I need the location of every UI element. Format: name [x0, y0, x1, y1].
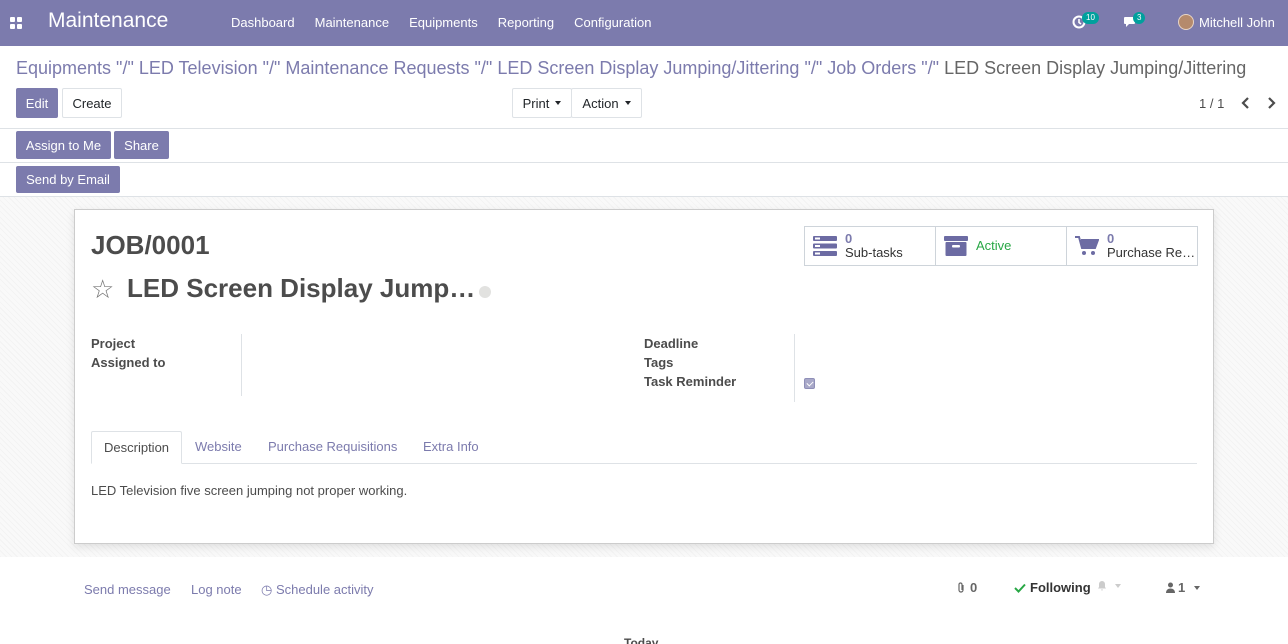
action-dropdown[interactable]: Action	[571, 88, 642, 118]
job-number: JOB/0001	[91, 230, 210, 260]
archive-icon	[944, 236, 968, 256]
schedule-activity-label: Schedule activity	[275, 582, 374, 597]
subtasks-count: 0	[845, 232, 853, 246]
tab-description[interactable]: Description	[91, 431, 183, 464]
breadcrumb-item[interactable]: Equipments "/"	[16, 58, 134, 78]
purchase-count: 0	[1107, 232, 1115, 246]
schedule-activity-button[interactable]: ◷ Schedule activity	[261, 582, 374, 598]
tags-label: Tags	[644, 355, 674, 370]
deadline-label: Deadline	[644, 336, 699, 351]
top-navbar: Maintenance Dashboard Maintenance Equipm…	[0, 0, 1288, 46]
activity-menu[interactable]: 10	[1072, 12, 1099, 32]
clock-icon: ◷	[261, 582, 273, 597]
smart-buttons: 0 Sub-tasks Active 0 Purchase Re…	[804, 226, 1198, 266]
breadcrumb: Equipments "/" LED Television "/" Mainte…	[16, 58, 1246, 79]
purchase-label: Purchase Re…	[1107, 245, 1196, 260]
main-menu: Dashboard Maintenance Equipments Reporti…	[221, 0, 661, 46]
menu-item-dashboard[interactable]: Dashboard	[221, 0, 305, 46]
create-button[interactable]: Create	[62, 88, 122, 118]
form-sheet: JOB/0001 ☆ LED Screen Display Jump… 0 Sub…	[74, 209, 1214, 544]
caret-down-icon	[555, 101, 562, 105]
kanban-state-indicator[interactable]	[479, 286, 491, 298]
cart-icon	[1075, 236, 1099, 255]
breadcrumb-item[interactable]: Maintenance Requests "/"	[285, 58, 492, 78]
notification-settings-button[interactable]	[1097, 580, 1121, 591]
attachments-count: 0	[970, 580, 978, 595]
description-text[interactable]: LED Television five screen jumping not p…	[91, 483, 407, 498]
messages-menu[interactable]: 3	[1123, 12, 1146, 32]
share-button[interactable]: Share	[114, 131, 169, 159]
avatar	[1178, 14, 1194, 30]
attachments-button[interactable]: 0	[956, 580, 977, 595]
print-dropdown[interactable]: Print	[512, 88, 572, 118]
user-icon	[1166, 582, 1175, 593]
user-menu[interactable]: Mitchell John	[1178, 14, 1275, 30]
menu-item-configuration[interactable]: Configuration	[564, 0, 661, 46]
send-by-email-button[interactable]: Send by Email	[16, 166, 120, 193]
check-icon	[1014, 583, 1026, 593]
breadcrumb-item[interactable]: LED Screen Display Jumping/Jittering "/"	[497, 58, 822, 78]
subtasks-label: Sub-tasks	[845, 245, 903, 260]
project-label: Project	[91, 336, 136, 351]
breadcrumb-item[interactable]: LED Television "/"	[139, 58, 281, 78]
field-separator	[794, 334, 795, 402]
pager-value[interactable]: 1 / 1	[1199, 96, 1224, 111]
divider	[0, 162, 1288, 163]
paperclip-icon	[958, 581, 964, 593]
date-separator: Today	[624, 636, 659, 644]
menu-item-equipments[interactable]: Equipments	[399, 0, 488, 46]
send-message-button[interactable]: Send message	[84, 582, 171, 597]
caret-down-icon	[1115, 583, 1121, 588]
caret-down-icon	[1194, 585, 1201, 590]
active-toggle-button[interactable]: Active	[936, 227, 1067, 265]
task-reminder-label: Task Reminder	[644, 374, 737, 389]
log-note-button[interactable]: Log note	[191, 582, 242, 597]
task-reminder-checkbox[interactable]	[804, 378, 815, 389]
following-button[interactable]: Following	[1014, 580, 1091, 595]
tasks-icon	[813, 236, 837, 256]
breadcrumb-active: LED Screen Display Jumping/Jittering	[944, 58, 1247, 78]
subtasks-button[interactable]: 0 Sub-tasks	[805, 227, 936, 265]
menu-item-maintenance[interactable]: Maintenance	[305, 0, 399, 46]
user-name: Mitchell John	[1199, 14, 1275, 30]
followers-count: 1	[1178, 580, 1186, 595]
menu-item-reporting[interactable]: Reporting	[488, 0, 564, 46]
task-name: LED Screen Display Jump…	[127, 273, 476, 303]
tab-purchase-requisitions[interactable]: Purchase Requisitions	[256, 431, 409, 464]
app-title[interactable]: Maintenance	[48, 9, 168, 33]
following-label: Following	[1030, 580, 1091, 595]
active-label: Active	[976, 239, 1012, 253]
caret-down-icon	[624, 101, 631, 105]
purchase-requisitions-button[interactable]: 0 Purchase Re…	[1067, 227, 1197, 265]
bell-icon	[1098, 581, 1106, 591]
activity-badge: 10	[1082, 12, 1099, 24]
breadcrumb-item[interactable]: Job Orders "/"	[827, 58, 939, 78]
field-separator	[241, 334, 242, 396]
action-label: Action	[582, 95, 619, 111]
tab-extra-info[interactable]: Extra Info	[411, 431, 491, 464]
assign-to-me-button[interactable]: Assign to Me	[16, 131, 111, 159]
notebook-tabs: Description Website Purchase Requisition…	[91, 431, 1197, 464]
followers-button[interactable]: 1	[1166, 580, 1201, 595]
tab-website[interactable]: Website	[183, 431, 254, 464]
apps-icon[interactable]	[10, 17, 22, 29]
messages-badge: 3	[1133, 12, 1146, 24]
star-icon[interactable]: ☆	[91, 276, 114, 302]
assigned-to-label: Assigned to	[91, 355, 166, 370]
edit-button[interactable]: Edit	[16, 88, 58, 118]
chevron-right-icon[interactable]	[1265, 95, 1279, 111]
chevron-left-icon[interactable]	[1238, 95, 1252, 111]
print-label: Print	[522, 95, 550, 111]
divider	[0, 128, 1288, 129]
